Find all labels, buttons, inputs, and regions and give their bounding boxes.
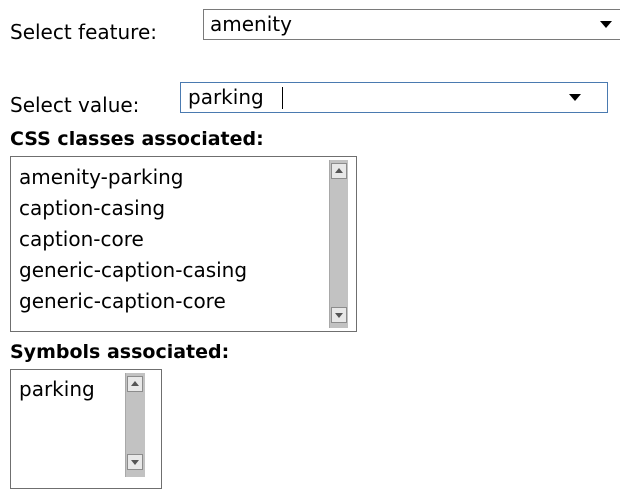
css-classes-scrollbar[interactable] <box>329 160 348 328</box>
chevron-down-icon[interactable] <box>600 21 612 28</box>
feature-label: Select feature: <box>10 20 158 44</box>
scroll-up-button[interactable] <box>331 163 347 179</box>
arrow-up-icon <box>335 168 343 173</box>
chevron-down-icon[interactable] <box>569 94 581 101</box>
scroll-down-button[interactable] <box>331 307 347 323</box>
scroll-up-button[interactable] <box>127 376 143 392</box>
text-caret <box>282 87 283 109</box>
symbols-heading: Symbols associated: <box>10 341 230 363</box>
list-item[interactable]: amenity-parking <box>19 162 184 193</box>
value-select-input[interactable]: parking <box>188 84 264 110</box>
symbols-scrollbar[interactable] <box>125 373 145 477</box>
css-classes-heading: CSS classes associated: <box>10 128 264 150</box>
list-item[interactable]: caption-casing <box>19 193 165 224</box>
list-item[interactable]: generic-caption-core <box>19 286 226 317</box>
css-classes-listbox[interactable]: amenity-parking caption-casing caption-c… <box>10 156 357 332</box>
symbols-listbox[interactable]: parking <box>10 369 162 489</box>
arrow-down-icon <box>335 313 343 318</box>
feature-select-value: amenity <box>210 12 292 36</box>
arrow-up-icon <box>131 381 139 386</box>
arrow-down-icon <box>131 460 139 465</box>
list-item[interactable]: generic-caption-casing <box>19 255 247 286</box>
scroll-down-button[interactable] <box>127 454 143 470</box>
value-label: Select value: <box>10 93 140 117</box>
list-item[interactable]: caption-core <box>19 224 144 255</box>
feature-select[interactable]: amenity <box>203 9 620 40</box>
list-item[interactable]: parking <box>19 374 95 405</box>
value-select[interactable]: parking <box>180 82 608 113</box>
